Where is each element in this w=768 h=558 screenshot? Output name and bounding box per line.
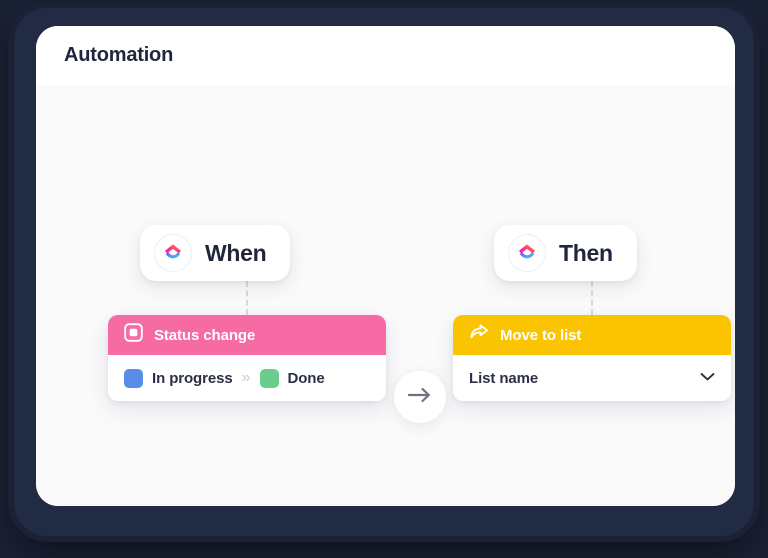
status-from[interactable]: In progress xyxy=(124,368,233,388)
card-header: Automation xyxy=(36,26,735,85)
automation-card: Automation When Then Status change In pr… xyxy=(36,26,735,506)
chevron-down-icon[interactable] xyxy=(700,369,715,387)
status-to[interactable]: Done xyxy=(259,368,325,388)
status-from-label: In progress xyxy=(152,369,233,387)
action-node-title: Move to list xyxy=(500,326,582,344)
page-title: Automation xyxy=(64,44,174,66)
status-from-swatch xyxy=(124,368,143,388)
trigger-pill-when[interactable]: When xyxy=(140,225,291,281)
action-pill-then[interactable]: Then xyxy=(494,225,637,281)
action-node[interactable]: Move to list List name xyxy=(453,315,731,401)
list-name-dropdown[interactable]: List name xyxy=(453,355,731,401)
trigger-node-header[interactable]: Status change xyxy=(108,315,386,355)
list-name-value: List name xyxy=(469,369,539,387)
trigger-pill-label: When xyxy=(205,239,267,266)
share-arrow-icon xyxy=(469,323,489,347)
automation-canvas: When Then Status change In progress » Do… xyxy=(36,85,735,506)
status-square-icon xyxy=(124,323,143,347)
clickup-logo-icon xyxy=(508,234,546,272)
flow-connector-arrow xyxy=(394,371,446,423)
action-node-header[interactable]: Move to list xyxy=(453,315,731,355)
action-pill-label: Then xyxy=(559,239,613,266)
screen: Automation When Then Status change In pr… xyxy=(0,0,768,558)
clickup-logo-icon xyxy=(154,234,192,272)
arrow-right-icon xyxy=(407,386,433,409)
status-to-swatch xyxy=(259,368,279,388)
status-separator-icon: » xyxy=(241,369,251,386)
status-to-label: Done xyxy=(287,369,325,387)
trigger-node-title: Status change xyxy=(154,326,256,344)
trigger-status-row[interactable]: In progress » Done xyxy=(108,355,386,401)
trigger-node[interactable]: Status change In progress » Done xyxy=(108,315,386,401)
